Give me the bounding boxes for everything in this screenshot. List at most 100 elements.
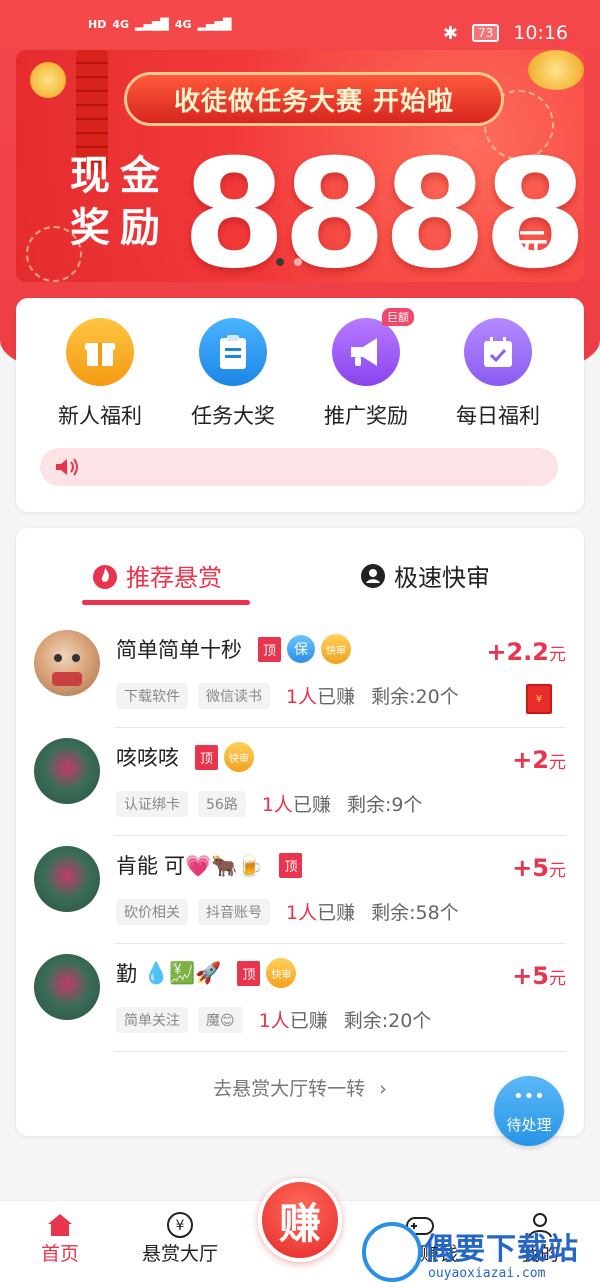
pinned-tag: 顶 bbox=[279, 852, 303, 878]
task-title: 勤 bbox=[116, 962, 137, 986]
category-chip: 魔😊 bbox=[198, 1006, 243, 1033]
earned-suffix: 已赚 bbox=[317, 686, 356, 708]
pinned-tag: 顶 bbox=[258, 636, 282, 662]
banner-unit: 元 bbox=[516, 226, 549, 264]
tab-label: 极速快审 bbox=[394, 564, 490, 592]
coin-decoration bbox=[30, 62, 66, 98]
home-icon bbox=[48, 1214, 72, 1236]
earned-suffix: 已赚 bbox=[292, 794, 331, 816]
reward-amount: +5元 bbox=[512, 962, 566, 990]
fast-review-badge: 快审 bbox=[224, 742, 255, 772]
reward-unit: 元 bbox=[549, 645, 566, 665]
banner-label-line1: 现金 bbox=[70, 153, 170, 199]
remaining-count: 剩余:20个 bbox=[343, 1010, 432, 1032]
tab-label: 推荐悬赏 bbox=[126, 564, 222, 592]
signal-icon: ▂▄▆█ bbox=[197, 18, 232, 31]
avatar bbox=[34, 630, 100, 696]
reward-value: +2.2 bbox=[486, 638, 549, 666]
avatar bbox=[34, 846, 100, 912]
site-watermark: 偶要下载站 ouyaoxiazai.com bbox=[362, 1222, 600, 1283]
tab-home[interactable]: 首页 bbox=[10, 1211, 110, 1266]
quick-action-daily[interactable]: 每日福利 bbox=[438, 318, 558, 430]
reward-value: +2 bbox=[512, 746, 549, 774]
task-row[interactable]: 简单简单十秒 顶 保 快审 下载软件 微信读书 1人已赚 剩余:20个 +2.2… bbox=[16, 620, 584, 728]
calendar-check-icon bbox=[464, 318, 532, 386]
fast-review-badge: 快审 bbox=[266, 958, 297, 988]
remaining-count: 剩余:20个 bbox=[371, 686, 459, 708]
fast-review-badge: 快审 bbox=[321, 634, 352, 664]
quick-action-label: 每日福利 bbox=[456, 404, 540, 428]
reward-amount: +2.2元 bbox=[486, 638, 566, 666]
task-list-card: 推荐悬赏 极速快审 简单简单十秒 顶 保 快审 下载软件 微信读书 1人已赚 剩… bbox=[16, 528, 584, 1136]
carousel-indicator[interactable] bbox=[276, 258, 320, 266]
banner-title-ribbon: 收徒做任务大赛 开始啦 bbox=[124, 72, 504, 126]
category-chip: 56路 bbox=[198, 790, 246, 817]
speaker-icon bbox=[56, 458, 78, 476]
quick-action-label: 任务大奖 bbox=[191, 404, 275, 428]
view-hall-label: 去悬赏大厅转一转 bbox=[213, 1078, 366, 1100]
reward-value: +5 bbox=[512, 854, 549, 882]
category-chip: 认证绑卡 bbox=[116, 790, 188, 817]
clock: 10:16 bbox=[513, 22, 568, 44]
notice-bar[interactable] bbox=[40, 448, 558, 486]
carousel-dot[interactable] bbox=[312, 258, 320, 266]
watermark-logo-icon bbox=[362, 1222, 422, 1282]
earned-suffix: 已赚 bbox=[317, 902, 356, 924]
quick-actions-card: 新人福利 任务大奖 巨额 推广奖励 每日福利 bbox=[16, 298, 584, 512]
chat-bubble-icon: ••• bbox=[513, 1086, 545, 1107]
reward-unit: 元 bbox=[549, 753, 566, 773]
pinned-tag: 顶 bbox=[237, 960, 261, 986]
divider bbox=[114, 1051, 566, 1052]
quick-action-newbie[interactable]: 新人福利 bbox=[40, 318, 160, 430]
task-title: 肯能 bbox=[116, 854, 158, 878]
svg-text:¥: ¥ bbox=[176, 1218, 185, 1234]
gift-icon bbox=[66, 318, 134, 386]
earned-count: 1人 bbox=[286, 902, 318, 924]
reward-unit: 元 bbox=[549, 861, 566, 881]
earned-count: 1人 bbox=[261, 794, 293, 816]
category-chip: 抖音账号 bbox=[198, 898, 270, 925]
active-tab-indicator bbox=[82, 600, 250, 605]
remaining-count: 剩余:9个 bbox=[346, 794, 423, 816]
avatar bbox=[34, 954, 100, 1020]
task-row[interactable]: 勤 💧💹🚀 顶 快审 简单关注 魔😊 1人已赚 剩余:20个 +5元 bbox=[16, 944, 584, 1052]
avatar bbox=[34, 738, 100, 804]
red-packet-icon: ¥ bbox=[526, 684, 552, 714]
chevron-right-icon: › bbox=[379, 1078, 387, 1100]
earn-center-button[interactable]: 赚 bbox=[258, 1178, 342, 1262]
flame-icon bbox=[93, 564, 117, 589]
network-indicators: HD 4G ▂▄▆█ 4G ▂▄▆█ bbox=[88, 18, 231, 31]
tab-recommended[interactable]: 推荐悬赏 bbox=[92, 558, 222, 593]
tab-reward-hall[interactable]: ¥ 悬赏大厅 bbox=[130, 1211, 230, 1266]
earned-count: 1人 bbox=[258, 1010, 290, 1032]
huge-badge: 巨额 bbox=[382, 308, 414, 326]
banner-title: 收徒做任务大赛 开始啦 bbox=[173, 86, 455, 117]
tab-reward-hall-label: 悬赏大厅 bbox=[141, 1243, 218, 1265]
promo-banner[interactable]: 收徒做任务大赛 开始啦 现金 奖励 8888 元 bbox=[16, 50, 584, 282]
clipboard-icon bbox=[199, 318, 267, 386]
pending-label: 待处理 bbox=[506, 1116, 552, 1134]
watermark-text: 偶要下载站 bbox=[424, 1232, 579, 1267]
quick-action-promotion[interactable]: 巨额 推广奖励 bbox=[306, 308, 426, 430]
tab-fast-review[interactable]: 极速快审 bbox=[360, 558, 490, 593]
hd-label: HD bbox=[88, 18, 107, 31]
task-row[interactable]: 肯能 可💗🐂🍺 顶 砍价相关 抖音账号 1人已赚 剩余:58个 +5元 bbox=[16, 836, 584, 944]
user-icon bbox=[361, 563, 385, 588]
battery-indicator: 73 bbox=[471, 24, 500, 42]
reward-amount: +5元 bbox=[512, 854, 566, 882]
category-chip: 微信读书 bbox=[198, 682, 270, 709]
carousel-dot[interactable] bbox=[276, 258, 284, 266]
banner-cash-label: 现金 奖励 bbox=[70, 150, 180, 254]
quick-action-task-prize[interactable]: 任务大奖 bbox=[173, 318, 293, 430]
task-title: 简单简单十秒 bbox=[116, 638, 242, 662]
watermark-url: ouyaoxiazai.com bbox=[428, 1266, 546, 1281]
bluetooth-icon: ✱ bbox=[442, 22, 458, 44]
signal-icon: ▂▄▆█ bbox=[135, 18, 169, 31]
carousel-dot[interactable] bbox=[294, 258, 302, 266]
coin-decoration bbox=[528, 50, 584, 90]
task-title-emojis: 可💗🐂🍺 bbox=[164, 854, 264, 878]
megaphone-icon: 巨额 bbox=[332, 308, 414, 386]
pending-float-button[interactable]: ••• 待处理 bbox=[494, 1076, 564, 1146]
task-row[interactable]: 咳咳咳 顶 快审 认证绑卡 56路 1人已赚 剩余:9个 +2元 bbox=[16, 728, 584, 836]
pinned-tag: 顶 bbox=[195, 744, 219, 770]
